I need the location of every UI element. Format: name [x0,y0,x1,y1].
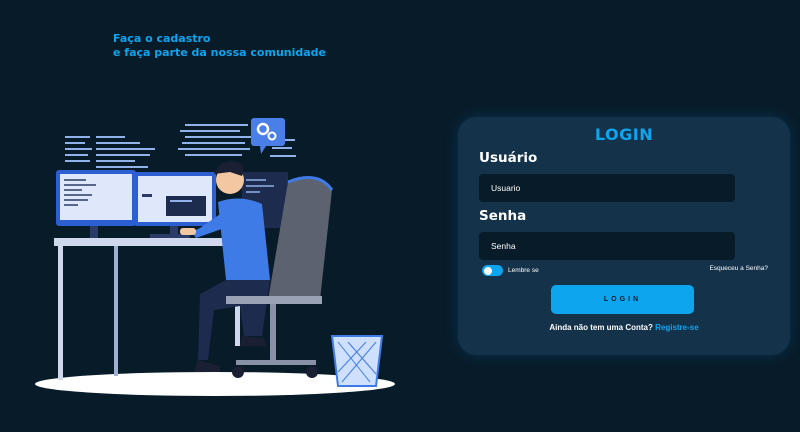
forgot-password-link[interactable]: Esqueceu a Senha? [709,265,768,272]
signup-link[interactable]: Registre-se [655,323,699,332]
remember-label: Lembre se [508,267,539,274]
tagline: Faça o cadastro e faça parte da nossa co… [113,32,326,60]
tagline-line-2: e faça parte da nossa comunidade [113,46,327,59]
signup-prompt: Ainda não tem uma Conta? Registre-se [458,323,790,332]
login-title: LOGIN [594,125,654,144]
toggle-knob-icon [484,266,492,275]
signup-prompt-text: Ainda não tem uma Conta? [549,323,653,332]
username-label: Usuário [479,150,538,166]
password-input[interactable] [479,232,735,260]
login-button[interactable]: LOGIN [551,285,694,314]
developer-at-desk-illustration [35,118,395,396]
username-input[interactable] [479,174,735,202]
login-card: LOGIN Usuário Senha Lembre se Esqueceu a… [458,117,790,355]
remember-toggle[interactable] [482,265,503,276]
remember-me: Lembre se [482,265,539,276]
password-label: Senha [479,208,527,224]
tagline-line-1: Faça o cadastro [113,32,211,45]
desk-top [54,238,250,246]
